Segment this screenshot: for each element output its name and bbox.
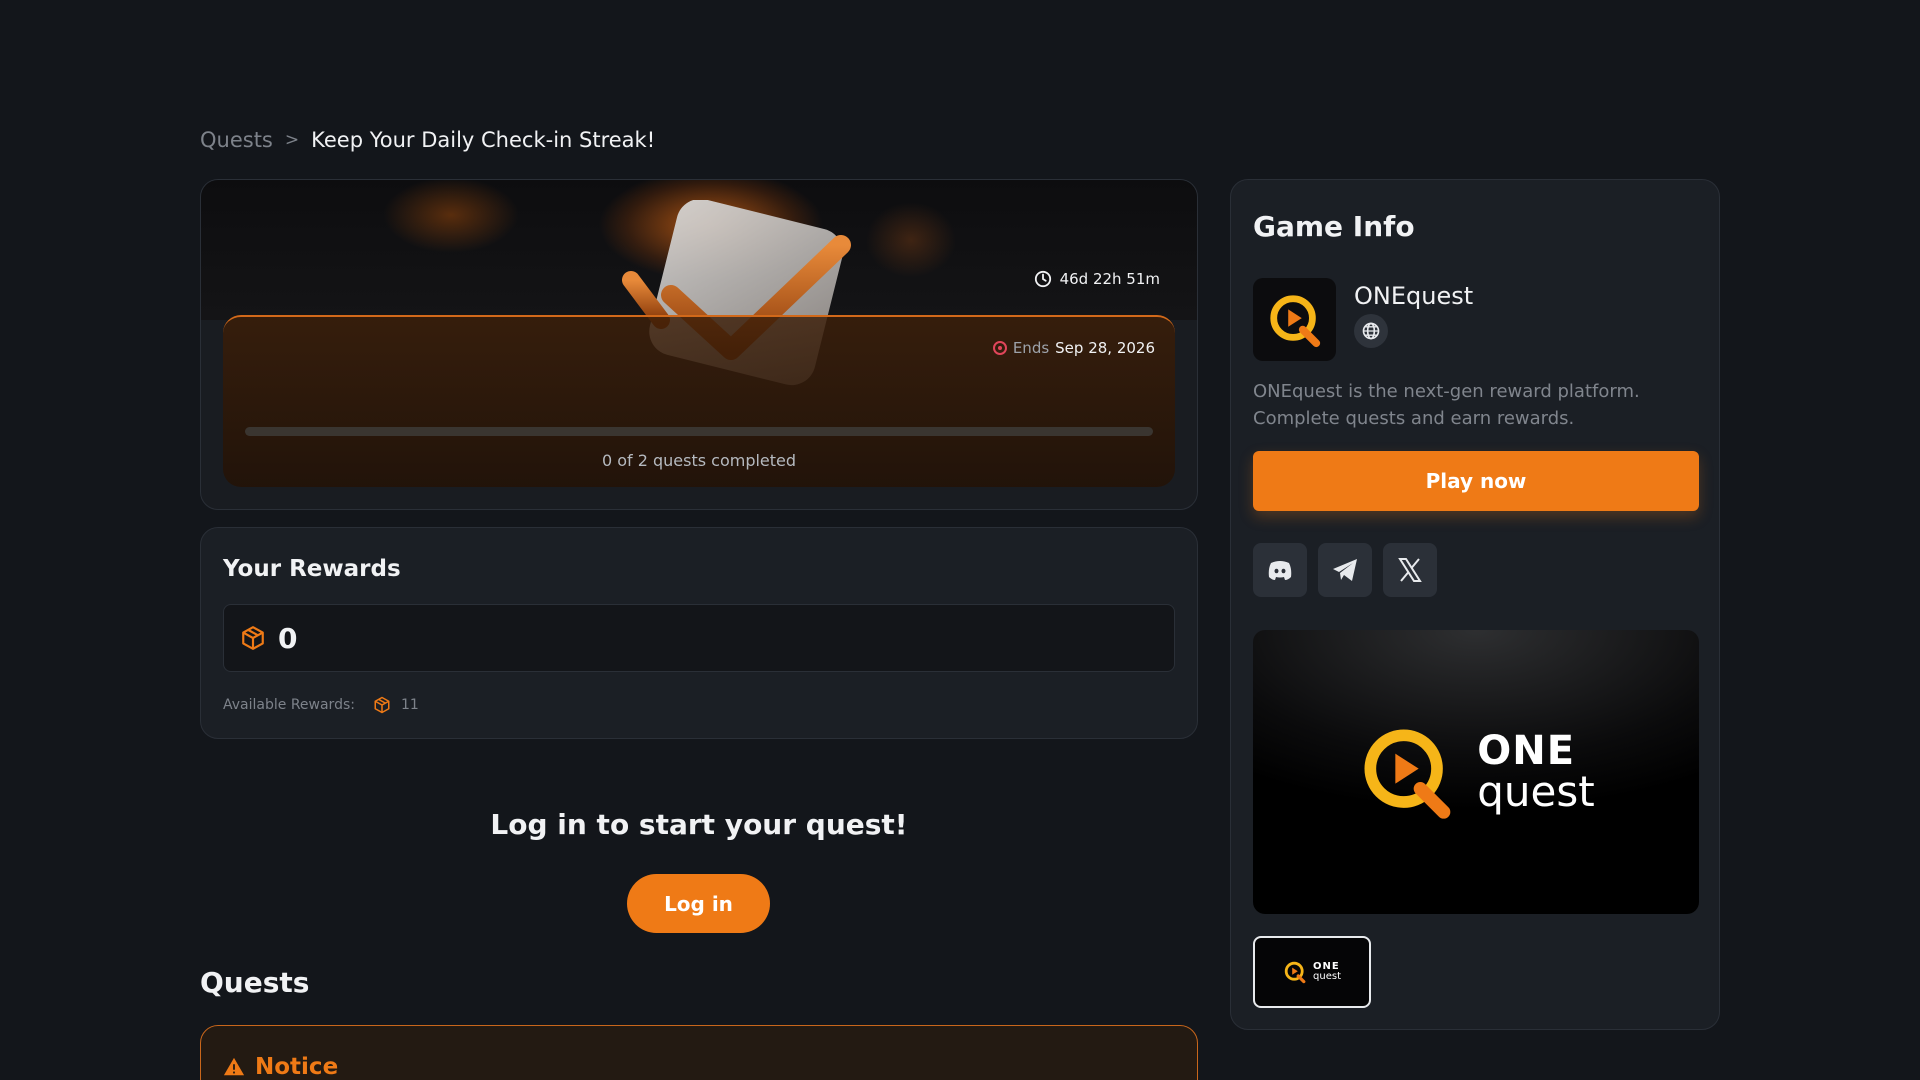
- x-icon: [1398, 558, 1422, 582]
- breadcrumb: Quests > Keep Your Daily Check-in Streak…: [200, 128, 655, 152]
- progress-text: 0 of 2 quests completed: [601, 451, 797, 470]
- game-description: ONEquest is the next-gen reward platform…: [1253, 381, 1640, 429]
- onequest-logo-icon: [1364, 729, 1451, 819]
- brand-quest: quest: [1477, 767, 1595, 816]
- game-name: ONEquest: [1354, 282, 1474, 310]
- ends-date: Sep 28, 2026: [1055, 339, 1155, 357]
- quest-hero: 46d 22h 51m Ends Sep 28, 2026 0 of 2 que…: [200, 179, 1198, 510]
- website-button[interactable]: [1354, 314, 1388, 348]
- time-remaining: 46d 22h 51m: [1034, 270, 1160, 288]
- available-rewards-count: 11: [400, 697, 419, 713]
- discord-icon: [1268, 561, 1292, 580]
- end-date: Ends Sep 28, 2026: [992, 339, 1155, 357]
- target-icon: [992, 341, 1007, 355]
- progress-bar: [245, 427, 1153, 436]
- brand-wordmark: ONE quest: [1477, 731, 1594, 813]
- game-logo: [1253, 278, 1336, 361]
- onequest-logo-icon: [1284, 961, 1306, 984]
- brand-one: ONE: [1477, 728, 1576, 774]
- reward-balance: 0: [223, 604, 1175, 672]
- notice-header: Notice: [223, 1054, 338, 1080]
- time-remaining-text: 46d 22h 51m: [1059, 270, 1160, 288]
- available-rewards: Available Rewards: 11: [223, 696, 419, 714]
- play-now-button[interactable]: Play now: [1253, 451, 1699, 511]
- rewards-card: Your Rewards 0 Available Rewards: 11: [200, 527, 1198, 739]
- globe-icon: [1362, 322, 1380, 340]
- breadcrumb-quests-link[interactable]: Quests: [200, 128, 273, 152]
- banner-thumbnail[interactable]: ONE quest: [1253, 936, 1371, 1008]
- breadcrumb-current: Keep Your Daily Check-in Streak!: [311, 128, 656, 152]
- rewards-title: Your Rewards: [223, 556, 401, 582]
- login-prompt: Log in to start your quest!: [490, 808, 908, 841]
- breadcrumb-separator: >: [284, 130, 300, 150]
- available-rewards-label: Available Rewards:: [223, 697, 355, 713]
- reward-amount: 0: [278, 621, 298, 655]
- game-banner: ONE quest: [1253, 630, 1699, 914]
- discord-button[interactable]: [1253, 543, 1307, 597]
- login-button[interactable]: Log in: [627, 874, 770, 933]
- x-button[interactable]: [1383, 543, 1437, 597]
- notice-title: Notice: [255, 1054, 339, 1080]
- ends-label: Ends: [1012, 339, 1050, 357]
- quests-heading: Quests: [200, 966, 310, 999]
- game-info-panel: Game Info ONEquest ONEquest is the next-…: [1230, 179, 1720, 1030]
- cube-icon: [374, 696, 390, 714]
- warning-icon: [223, 1057, 245, 1076]
- telegram-button[interactable]: [1318, 543, 1372, 597]
- game-info-title: Game Info: [1253, 210, 1415, 243]
- social-links: [1253, 543, 1437, 597]
- thumb-wordmark: ONE quest: [1313, 962, 1341, 982]
- onequest-logo-icon: [1269, 294, 1320, 347]
- notice-card: Notice: [200, 1025, 1198, 1080]
- cube-icon: [242, 626, 264, 650]
- thumb-brand-quest: quest: [1313, 971, 1341, 982]
- progress-card: Ends Sep 28, 2026 0 of 2 quests complete…: [223, 315, 1175, 487]
- telegram-icon: [1333, 559, 1357, 581]
- clock-icon: [1034, 270, 1051, 288]
